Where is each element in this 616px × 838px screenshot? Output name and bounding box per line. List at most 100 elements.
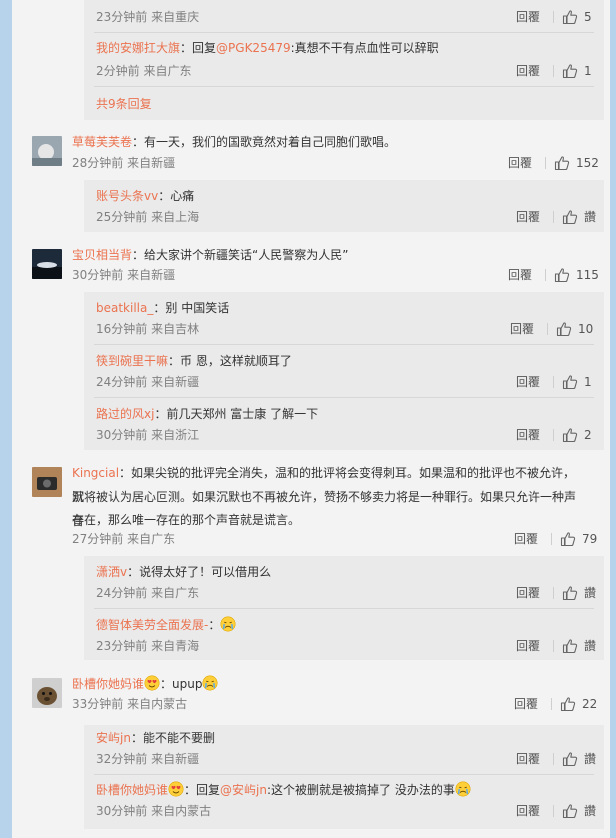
- thumbs-up-icon[interactable]: [562, 63, 578, 79]
- reply-button[interactable]: 回覆: [516, 750, 540, 768]
- avatar[interactable]: [32, 467, 62, 497]
- reply-meta: 23分钟前 来自重庆: [96, 10, 200, 24]
- reply-button[interactable]: 回覆: [514, 695, 538, 713]
- comment-actions: 回覆 22: [514, 695, 608, 713]
- reply-button[interactable]: 回覆: [516, 208, 540, 226]
- reply-line: 安屿jn：能不能不要删: [96, 731, 215, 745]
- mention-link[interactable]: @PGK25479: [216, 41, 291, 55]
- reply-divider: [94, 32, 594, 33]
- mention-link[interactable]: @安屿jn: [220, 783, 267, 797]
- reply-author[interactable]: 路过的风xj: [96, 407, 154, 421]
- reply-author[interactable]: 卧槽你她妈谁: [96, 783, 168, 797]
- reply-author[interactable]: 德智体美劳全面发展-: [96, 618, 208, 632]
- reply-line: beatkilla_：别 中国笑话: [96, 301, 230, 315]
- reply-button[interactable]: 回覆: [516, 62, 540, 80]
- reply-text: 说得太好了！可以借用么: [139, 565, 272, 579]
- like-count: 10: [578, 322, 594, 336]
- like-label[interactable]: 讚: [584, 802, 596, 820]
- more-replies-link[interactable]: 共9条回复: [96, 94, 152, 114]
- comment-author[interactable]: 卧槽你她妈谁: [72, 677, 144, 691]
- reply-button[interactable]: 回覆: [516, 802, 540, 820]
- avatar[interactable]: [32, 249, 62, 279]
- comment-author[interactable]: Kingcial: [72, 466, 119, 480]
- like-label[interactable]: 讚: [584, 750, 596, 768]
- reply-button[interactable]: 回覆: [516, 373, 540, 391]
- divider: [545, 157, 546, 169]
- thumbs-up-icon[interactable]: [562, 9, 578, 25]
- comment-meta: 30分钟前 来自新疆: [72, 268, 176, 282]
- like-label[interactable]: 讚: [584, 208, 596, 226]
- reply-text: 能不能不要删: [142, 731, 215, 745]
- reply-box: beatkilla_：别 中国笑话 16分钟前 来自吉林 回覆 10 筷到碗里干…: [84, 292, 604, 450]
- comment-actions: 回覆 79: [514, 530, 608, 548]
- like-label[interactable]: 讚: [584, 584, 596, 602]
- reply-box: 安屿jn：能不能不要删 32分钟前 来自新疆 回覆 讚 卧槽你她妈谁 ：回复@安屿…: [84, 725, 604, 829]
- like-count: 1: [584, 375, 592, 389]
- reply-line: 账号头条vv：心痛: [96, 189, 195, 203]
- reply-prefix: ：回复: [180, 41, 217, 55]
- reply-author[interactable]: 安屿jn: [96, 731, 131, 745]
- reply-button[interactable]: 回覆: [508, 266, 532, 284]
- like-count: 152: [576, 156, 599, 170]
- thumbs-up-icon[interactable]: [562, 638, 578, 654]
- thumbs-up-icon[interactable]: [562, 751, 578, 767]
- reply-button[interactable]: 回覆: [516, 637, 540, 655]
- comment-author[interactable]: 宝贝相当背: [72, 248, 132, 262]
- heart-eyes-emoji-icon: [168, 781, 184, 797]
- divider: [553, 211, 554, 223]
- reply-actions: 回覆 讚: [516, 584, 600, 602]
- reply-meta: 2分钟前 来自广东: [96, 64, 192, 78]
- comment-text-line-3: 存在，那么唯一存在的那个声音就是谎言。: [72, 513, 301, 527]
- reply-actions: 回覆 1: [516, 373, 600, 391]
- reply-button[interactable]: 回覆: [516, 426, 540, 444]
- thumbs-up-icon[interactable]: [562, 209, 578, 225]
- like-count: 1: [584, 64, 592, 78]
- reply-box: 账号头条vv：心痛 25分钟前 来自上海 回覆 讚: [84, 180, 604, 232]
- thumbs-up-icon[interactable]: [562, 803, 578, 819]
- thumbs-up-icon[interactable]: [562, 374, 578, 390]
- reply-text: 币 恩，这样就顺耳了: [180, 354, 292, 368]
- thumbs-up-icon[interactable]: [556, 321, 572, 337]
- divider: [553, 11, 554, 23]
- reply-line: 路过的风xj：前几天郑州 富士康 了解一下: [96, 407, 319, 421]
- reply-line: 卧槽你她妈谁 ：回复@安屿jn:这个被删就是被搞掉了 没办法的事: [96, 780, 471, 800]
- reply-button[interactable]: 回覆: [516, 8, 540, 26]
- reply-button[interactable]: 回覆: [514, 530, 538, 548]
- comment-line: 存在，那么唯一存在的那个声音就是谎言。: [72, 508, 586, 532]
- reply-button[interactable]: 回覆: [508, 154, 532, 172]
- colon: ：: [132, 135, 145, 149]
- reply-meta: 23分钟前 来自青海: [96, 639, 200, 653]
- thumbs-up-icon[interactable]: [560, 531, 576, 547]
- more-replies-label[interactable]: 共9条回复: [96, 97, 152, 111]
- reply-actions: 回覆 讚: [516, 750, 600, 768]
- comment-line: 草莓芙芙卷：有一天，我们的国歌竟然对着自己同胞们歌唱。: [72, 131, 586, 153]
- reply-meta: 30分钟前 来自浙江: [96, 428, 200, 442]
- reply-box: 潇洒v：说得太好了！可以借用么 24分钟前 来自广东 回覆 讚 德智体美劳全面发…: [84, 556, 604, 660]
- divider: [553, 587, 554, 599]
- reply-actions: 回覆 10: [510, 320, 600, 338]
- reply-author[interactable]: 我的安娜扛大旗: [96, 41, 180, 55]
- reply-author[interactable]: 账号头条vv: [96, 189, 158, 203]
- thumbs-up-icon[interactable]: [554, 267, 570, 283]
- reply-meta: 24分钟前 来自广东: [96, 586, 200, 600]
- reply-line: 我的安娜扛大旗：回复@PGK25479:真想不干有点血性可以辞职: [96, 38, 439, 58]
- thumbs-up-icon[interactable]: [554, 155, 570, 171]
- comment-author[interactable]: 草莓芙芙卷: [72, 135, 132, 149]
- thumbs-up-icon[interactable]: [560, 696, 576, 712]
- reply-author[interactable]: 筷到碗里干嘛: [96, 354, 168, 368]
- avatar[interactable]: [32, 136, 62, 166]
- comment-panel: 23分钟前 来自重庆 回覆 5 我的安娜扛大旗：回复@PGK25479:真想不干…: [12, 0, 610, 838]
- thumbs-up-icon[interactable]: [562, 585, 578, 601]
- comment-meta: 27分钟前 来自广东: [72, 532, 176, 546]
- reply-button[interactable]: 回覆: [510, 320, 534, 338]
- thumbs-up-icon[interactable]: [562, 427, 578, 443]
- reply-author[interactable]: beatkilla_: [96, 301, 153, 315]
- like-label[interactable]: 讚: [584, 637, 596, 655]
- reply-author[interactable]: 潇洒v: [96, 565, 127, 579]
- reply-divider: [94, 774, 594, 775]
- comment-actions: 回覆 152: [508, 154, 608, 172]
- avatar[interactable]: [32, 678, 62, 708]
- reply-actions: 回覆 讚: [516, 637, 600, 655]
- reply-button[interactable]: 回覆: [516, 584, 540, 602]
- right-margin: [610, 0, 616, 838]
